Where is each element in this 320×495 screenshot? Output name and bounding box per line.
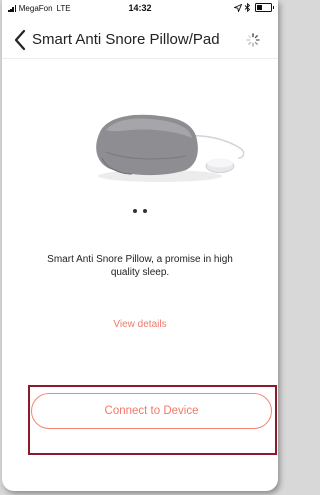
product-description: Smart Anti Snore Pillow, a promise in hi… <box>47 254 233 278</box>
view-details-link[interactable]: View details <box>2 319 278 330</box>
battery-level <box>257 5 263 10</box>
battery-icon <box>255 3 274 12</box>
connect-to-device-button[interactable]: Connect to Device <box>31 393 272 429</box>
pager-dot[interactable] <box>133 209 137 213</box>
phone-screen: MegaFon LTE 14:32 Smart Anti Snore Pillo… <box>2 0 278 491</box>
spinner-icon <box>246 33 260 47</box>
chevron-left-icon <box>14 29 26 51</box>
status-bar: MegaFon LTE 14:32 <box>2 0 278 18</box>
location-arrow-icon <box>234 3 242 12</box>
carousel-pager <box>2 209 278 213</box>
pillow-product-image <box>96 114 245 182</box>
page-title: Smart Anti Snore Pillow/Pad <box>32 31 220 48</box>
nav-bar: Smart Anti Snore Pillow/Pad <box>2 22 278 59</box>
status-right <box>234 3 274 12</box>
back-button[interactable] <box>12 27 30 53</box>
pager-dot[interactable] <box>143 209 147 213</box>
bluetooth-icon <box>244 3 251 12</box>
